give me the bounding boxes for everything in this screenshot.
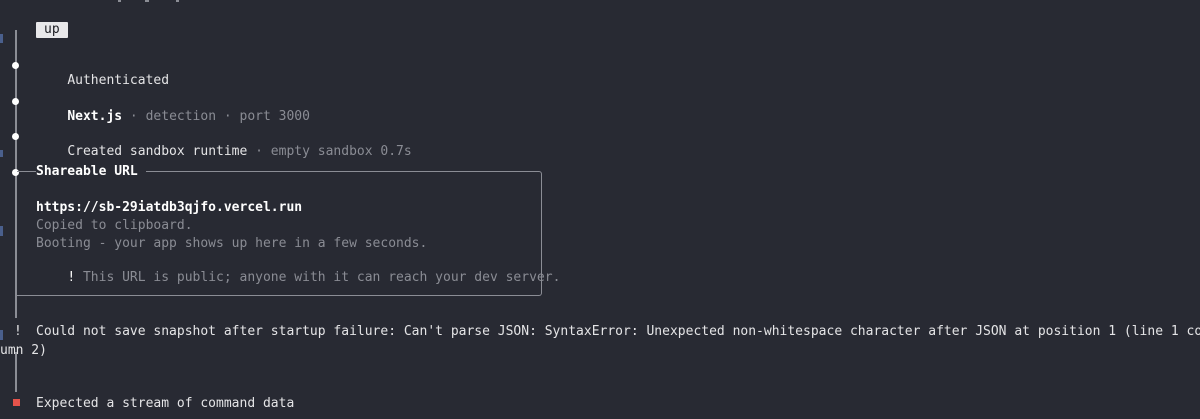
step-dot (12, 133, 19, 140)
side-marker (0, 226, 3, 236)
side-marker (0, 34, 3, 43)
step-dot (12, 62, 19, 69)
error-marker-icon (13, 399, 20, 406)
snapshot-warning-mark: ! (14, 324, 22, 339)
terminal-window: up Authenticated Next.js · detection · p… (0, 0, 1200, 419)
side-marker (0, 150, 3, 157)
step-label: Authenticated (67, 73, 170, 88)
step-label: Next.js (67, 109, 123, 124)
snapshot-warning-line1: Could not save snapshot after startup fa… (36, 324, 1200, 339)
step-dot (12, 98, 19, 105)
shareable-url-title: Shareable URL (36, 164, 146, 180)
public-url-warning: ! This URL is public; anyone with it can… (36, 254, 560, 302)
snapshot-warning-line2: umn 2) (0, 343, 47, 358)
side-marker (0, 330, 3, 340)
step-meta: · empty sandbox 0.7s (247, 144, 412, 159)
copied-notice: Copied to clipboard. (36, 218, 193, 233)
shareable-url-link[interactable]: https://sb-29iatdb3qjfo.vercel.run (36, 200, 302, 216)
top-fragment (176, 0, 179, 2)
warning-mark: ! (67, 270, 76, 285)
booting-notice: Booting - your app shows up here in a fe… (36, 236, 428, 251)
error-message: Expected a stream of command data (36, 396, 295, 411)
top-fragment (118, 0, 121, 2)
warning-text: This URL is public; anyone with it can r… (75, 270, 561, 285)
step-meta: · detection · port 3000 (122, 109, 310, 124)
top-fragment (145, 0, 149, 2)
step-label: Created sandbox runtime (67, 144, 248, 159)
command-badge: up (36, 22, 68, 38)
